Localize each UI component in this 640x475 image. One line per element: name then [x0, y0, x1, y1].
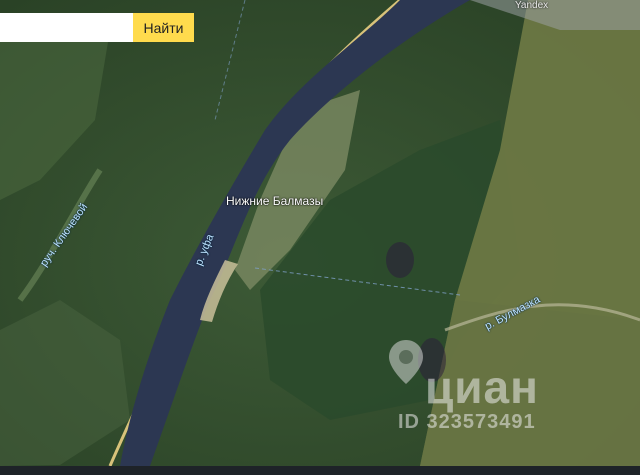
- watermark-brand: циан: [425, 361, 539, 413]
- satellite-map[interactable]: [0, 0, 640, 475]
- location-pin-icon: [389, 340, 423, 384]
- search-input[interactable]: [0, 13, 133, 42]
- village-label: Нижние Балмазы: [226, 194, 324, 208]
- map-copyright: Yandex: [515, 0, 549, 11]
- dark-spot: [386, 242, 414, 278]
- watermark-listing-id: ID 323573491: [398, 411, 536, 433]
- bottom-bar: [0, 466, 640, 475]
- search-button[interactable]: Найти: [133, 13, 194, 42]
